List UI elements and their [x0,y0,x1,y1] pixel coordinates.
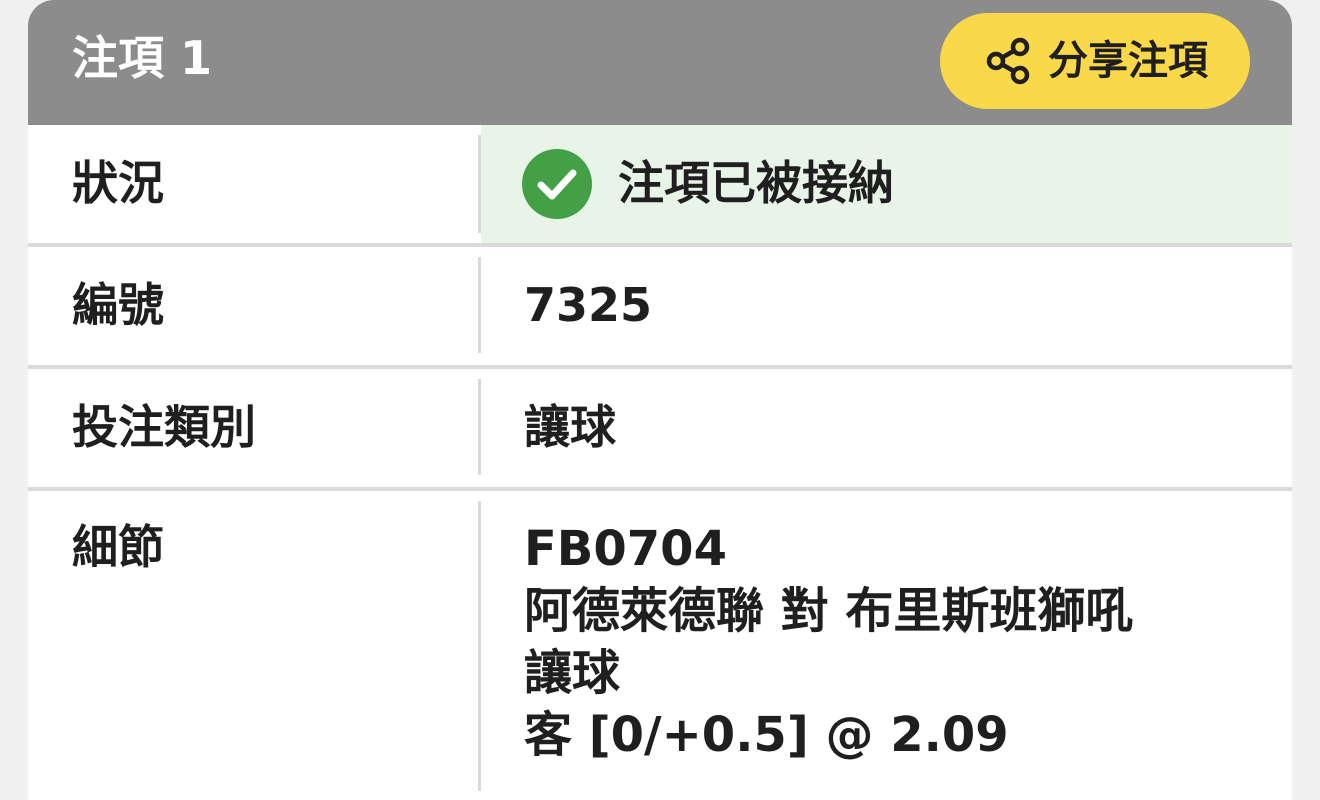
details-line-event-code: FB0704 [524,521,727,577]
status-label: 狀況 [72,156,164,210]
number-label: 編號 [72,278,164,332]
row-divider [478,379,481,475]
share-button-label: 分享注項 [1048,38,1208,84]
number-row: 編號 7325 [28,247,1292,365]
bet-type-row: 投注類別 讓球 [28,369,1292,487]
row-divider [478,257,481,353]
status-value: 注項已被接納 [618,156,894,210]
bet-type-label: 投注類別 [72,400,256,454]
status-row: 狀況 注項已被接納 [28,125,1292,243]
card-header: 注項 1 分享注項 [28,0,1292,125]
details-line-match: 阿德萊德聯 對 布里斯班獅吼 [524,583,1134,639]
details-label: 細節 [72,520,164,574]
number-value: 7325 [524,278,653,332]
row-divider [478,501,481,791]
bet-type-value: 讓球 [524,400,616,454]
share-bet-button[interactable]: 分享注項 [940,13,1250,109]
details-value: FB0704 阿德萊德聯 對 布里斯班獅吼 讓球 客 [0/+0.5] @ 2.… [524,518,1284,766]
bet-card: 注項 1 分享注項 狀況 注項已被接納 編號 7325 投注類別 讓球 細節 F… [28,0,1292,800]
details-line-bet-type: 讓球 [524,645,621,701]
row-divider [478,135,481,233]
share-icon [982,35,1034,87]
bet-title: 注項 1 [72,31,213,85]
details-line-selection: 客 [0/+0.5] @ 2.09 [524,707,1009,763]
